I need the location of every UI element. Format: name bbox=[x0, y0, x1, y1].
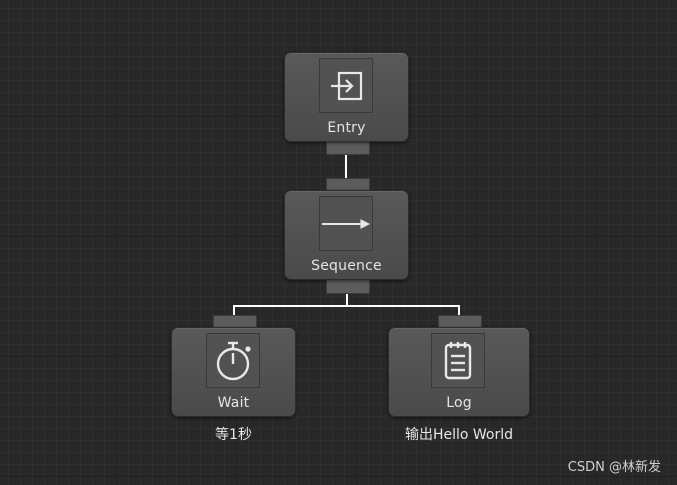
arrow-right-icon bbox=[318, 196, 373, 251]
entry-node[interactable]: Entry bbox=[284, 52, 409, 142]
sequence-output-port[interactable] bbox=[326, 279, 370, 294]
wire-sequence-wait bbox=[233, 292, 348, 316]
stopwatch-icon bbox=[205, 333, 260, 388]
notepad-icon bbox=[431, 333, 485, 388]
wait-comment: 等1秒 bbox=[215, 427, 252, 443]
entry-output-port[interactable] bbox=[326, 140, 370, 155]
log-comment: 输出Hello World bbox=[404, 427, 514, 443]
log-node[interactable]: Log bbox=[388, 327, 530, 417]
wait-label: Wait bbox=[217, 395, 250, 411]
entry-icon bbox=[318, 58, 373, 113]
sequence-label: Sequence bbox=[311, 258, 382, 274]
entry-label: Entry bbox=[327, 120, 366, 136]
watermark: CSDN @林新发 bbox=[567, 460, 661, 475]
wait-node[interactable]: Wait bbox=[171, 327, 296, 417]
graph-canvas[interactable]: Entry Sequence Wait 等1秒 Log 输出Hello Worl… bbox=[0, 0, 677, 485]
log-label: Log bbox=[446, 395, 472, 411]
sequence-node[interactable]: Sequence bbox=[284, 190, 409, 280]
